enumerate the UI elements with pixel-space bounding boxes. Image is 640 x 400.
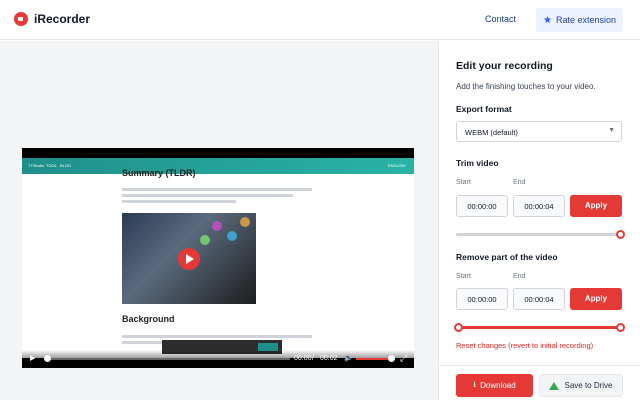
current-time: 00:00 <box>294 355 312 362</box>
time-separator: / <box>312 355 314 362</box>
save-to-drive-label: Save to Drive <box>564 381 613 390</box>
site-nav: TTStudio TOOL BLOG ENGLISH <box>22 158 414 174</box>
record-icon <box>14 12 28 26</box>
logo[interactable]: iRecorder <box>14 12 90 26</box>
site-nav-item: ENGLISH <box>388 163 406 168</box>
remove-start-label: Start <box>456 273 471 280</box>
export-format-value: WEBM (default) <box>465 128 518 137</box>
preview-area: TTStudio TOOL BLOG ENGLISH Summary (TLDR… <box>0 41 438 400</box>
duration: 00:02 <box>320 355 338 362</box>
site-nav-item: BLOG <box>60 163 72 168</box>
volume-knob[interactable] <box>388 355 395 362</box>
panel-subtitle: Add the finishing touches to your video. <box>456 82 596 91</box>
fullscreen-icon[interactable]: ⤢ <box>400 353 407 364</box>
video-player[interactable]: TTStudio TOOL BLOG ENGLISH Summary (TLDR… <box>22 148 414 368</box>
trim-end-input[interactable]: 00:00:04 <box>513 195 565 217</box>
trim-end-label: End <box>513 179 526 186</box>
remove-start-input[interactable]: 00:00:00 <box>456 288 508 310</box>
play-icon <box>178 248 200 270</box>
progress-bar[interactable] <box>46 358 290 360</box>
download-button[interactable]: ⭳ Download <box>456 374 533 397</box>
remove-part-title: Remove part of the video <box>456 252 558 262</box>
site-nav-logo: TTStudio <box>28 163 45 168</box>
export-format-select[interactable]: WEBM (default) ▼ <box>456 121 622 142</box>
download-label: Download <box>480 381 516 390</box>
panel-title: Edit your recording <box>456 60 553 72</box>
recorded-page: TTStudio TOOL BLOG ENGLISH Summary (TLDR… <box>22 158 414 358</box>
download-icon: ⭳ <box>473 379 477 389</box>
top-bar: iRecorder Contact ★ Rate extension <box>0 0 640 40</box>
remove-apply-button[interactable]: Apply <box>570 288 622 310</box>
remove-end-label: End <box>513 273 526 280</box>
contact-link[interactable]: Contact <box>485 14 516 24</box>
reset-changes-link[interactable]: Reset changes (revert to initial recordi… <box>456 341 593 350</box>
trim-video-title: Trim video <box>456 158 499 168</box>
rate-extension-label: Rate extension <box>555 15 616 25</box>
export-format-title: Export format <box>456 104 512 114</box>
trim-apply-button[interactable]: Apply <box>570 195 622 217</box>
chevron-down-icon: ▼ <box>608 127 615 134</box>
app-name: iRecorder <box>34 12 91 26</box>
star-icon: ★ <box>542 14 552 26</box>
trim-range-track[interactable] <box>456 233 622 236</box>
google-drive-icon <box>549 381 560 390</box>
save-to-drive-button[interactable]: Save to Drive <box>539 374 623 397</box>
trim-start-input[interactable]: 00:00:00 <box>456 195 508 217</box>
remove-end-input[interactable]: 00:00:04 <box>513 288 565 310</box>
edit-panel: Edit your recording Add the finishing to… <box>438 41 640 400</box>
rate-extension-button[interactable]: ★ Rate extension <box>536 8 623 32</box>
page-heading-2: Background <box>122 314 175 324</box>
video-thumbnail <box>122 213 256 304</box>
site-nav-item: TOOL <box>46 163 57 168</box>
remove-range-track[interactable] <box>459 326 619 329</box>
page-heading: Summary (TLDR) <box>122 168 196 178</box>
action-bar: ⭳ Download Save to Drive <box>439 365 640 400</box>
volume-slider[interactable] <box>356 358 392 360</box>
trim-start-label: Start <box>456 179 471 186</box>
play-button[interactable]: ▶ <box>30 354 35 362</box>
remove-start-handle[interactable] <box>454 323 463 332</box>
remove-end-handle[interactable] <box>616 323 625 332</box>
page-paragraph <box>122 188 312 206</box>
progress-knob[interactable] <box>44 355 51 362</box>
trim-end-handle[interactable] <box>616 230 625 239</box>
volume-icon[interactable]: 🔊 <box>344 354 353 362</box>
